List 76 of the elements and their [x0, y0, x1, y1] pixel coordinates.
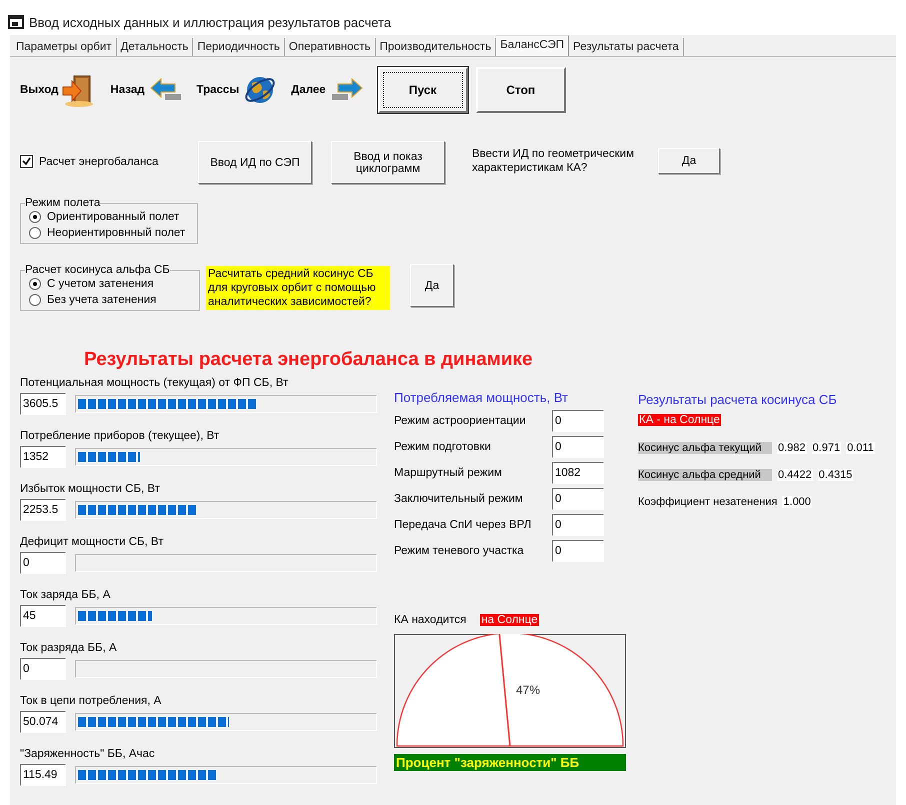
nav-link[interactable]: Трассы	[196, 84, 240, 96]
gauge-caption: Процент "заряженности" ББ	[394, 754, 626, 771]
action-button[interactable]: Стоп	[476, 67, 566, 113]
field-label: Режим теневого участка	[394, 545, 524, 557]
field-label: Косинус альфа средний	[638, 468, 772, 480]
radio-button[interactable]	[29, 294, 41, 306]
field-label: Режим подготовки	[394, 441, 491, 453]
value-field[interactable]: 50.074	[20, 711, 66, 733]
section-title: Результаты расчета косинуса СБ	[638, 392, 838, 409]
checkbox[interactable]	[20, 155, 33, 168]
radio-option[interactable]: Ориентированный полет	[29, 211, 193, 223]
value-field[interactable]: 0	[552, 410, 604, 432]
tab[interactable]: БалансСЭП	[496, 35, 570, 56]
status-tag: КА - на Солнце	[638, 414, 721, 426]
meter-label: Ток в цепи потребления, А	[20, 695, 162, 709]
value-text: 1.000	[782, 496, 812, 508]
yes-button[interactable]: Да	[658, 148, 720, 174]
meter-label: Ток разряда ББ, А	[20, 642, 118, 656]
nav-link[interactable]: Выход	[20, 84, 58, 96]
prompt-text: Ввести ИД по геометрическим характеристикам КА?	[472, 147, 635, 175]
tab[interactable]: Детальность	[116, 38, 194, 56]
tab[interactable]: Производительность	[376, 38, 496, 56]
gauge-reading: 47%	[516, 683, 540, 697]
value-text: 0.4422	[777, 468, 813, 480]
field-label: Режим астроориентации	[394, 415, 526, 427]
field-label: Коэффициент незатенения	[638, 496, 778, 508]
nav-link[interactable]: Назад	[110, 84, 145, 96]
field-label: КА находится	[394, 614, 466, 626]
radio-button[interactable]	[29, 278, 41, 290]
radio-option[interactable]: Без учета затенения	[29, 294, 195, 306]
yes-button[interactable]: Да	[410, 264, 454, 307]
value-text: 0.971	[812, 442, 842, 454]
value-field[interactable]: 0	[552, 514, 604, 536]
section-title: Потребляемая мощность, Вт	[394, 390, 570, 407]
field-label: Заключительный режим	[394, 493, 523, 505]
group-title: Расчет косинуса альфа СБ	[25, 264, 170, 276]
right-arrow-icon	[330, 78, 364, 102]
radio-option[interactable]: Неориентировнный полет	[29, 227, 193, 239]
meter-label: Потребление приборов (текущее), Вт	[20, 430, 220, 444]
value-text: 0.011	[846, 442, 875, 454]
field-label: Косинус альфа текущий	[638, 442, 772, 454]
value-field[interactable]: 115.49	[20, 764, 66, 786]
section-title: Результаты расчета энергобаланса в динамике	[84, 349, 534, 372]
value-field[interactable]: 2253.5	[20, 499, 66, 521]
meter-label: Ток заряда ББ, А	[20, 589, 112, 603]
field-label: Маршрутный режим	[394, 467, 502, 479]
action-button[interactable]: Ввод ИД по СЭП	[198, 141, 312, 184]
meter-label: Избыток мощности СБ, Вт	[20, 483, 161, 497]
value-field[interactable]: 0	[552, 436, 604, 458]
value-field[interactable]: 1352	[20, 446, 66, 468]
radio-option[interactable]: С учетом затенения	[29, 278, 195, 290]
meter-label: "Заряженность" ББ, Ачас	[20, 748, 156, 762]
left-arrow-icon	[148, 78, 183, 102]
meter-label: Потенциальная мощность (текущая) от ФП СБ, Вт	[20, 377, 290, 391]
value-field[interactable]: 45	[20, 605, 66, 627]
nav-link[interactable]: Далее	[291, 84, 326, 96]
action-button[interactable]: Пуск	[378, 67, 468, 113]
meter-label: Дефицит мощности СБ, Вт	[20, 536, 164, 550]
radio-button[interactable]	[29, 227, 41, 239]
window-title: Ввод исходных данных и иллюстрация результатов расчета	[29, 14, 392, 30]
value-field[interactable]: 0	[552, 488, 604, 510]
value-field[interactable]: 0	[20, 658, 66, 680]
value-field[interactable]: 3605.5	[20, 393, 66, 415]
value-field[interactable]: 0	[20, 552, 66, 574]
prompt-text: Расчитать средний косинус СБ для круговых орбит с помощью аналитических зависимостей?	[206, 266, 390, 310]
app-icon	[8, 15, 24, 29]
action-button[interactable]: Ввод и показ циклограмм	[331, 141, 445, 184]
group-title: Режим полета	[25, 197, 100, 209]
checkbox-option[interactable]: Расчет энергобаланса	[20, 155, 198, 168]
value-field[interactable]: 1082	[552, 462, 604, 484]
value-field[interactable]: 0	[552, 540, 604, 562]
radio-button[interactable]	[29, 211, 41, 223]
value-text: 0.982	[777, 442, 807, 454]
status-tag: на Солнце	[480, 614, 539, 626]
field-label: Передача СпИ через ВРЛ	[394, 519, 532, 531]
value-text: 0.4315	[818, 468, 854, 480]
